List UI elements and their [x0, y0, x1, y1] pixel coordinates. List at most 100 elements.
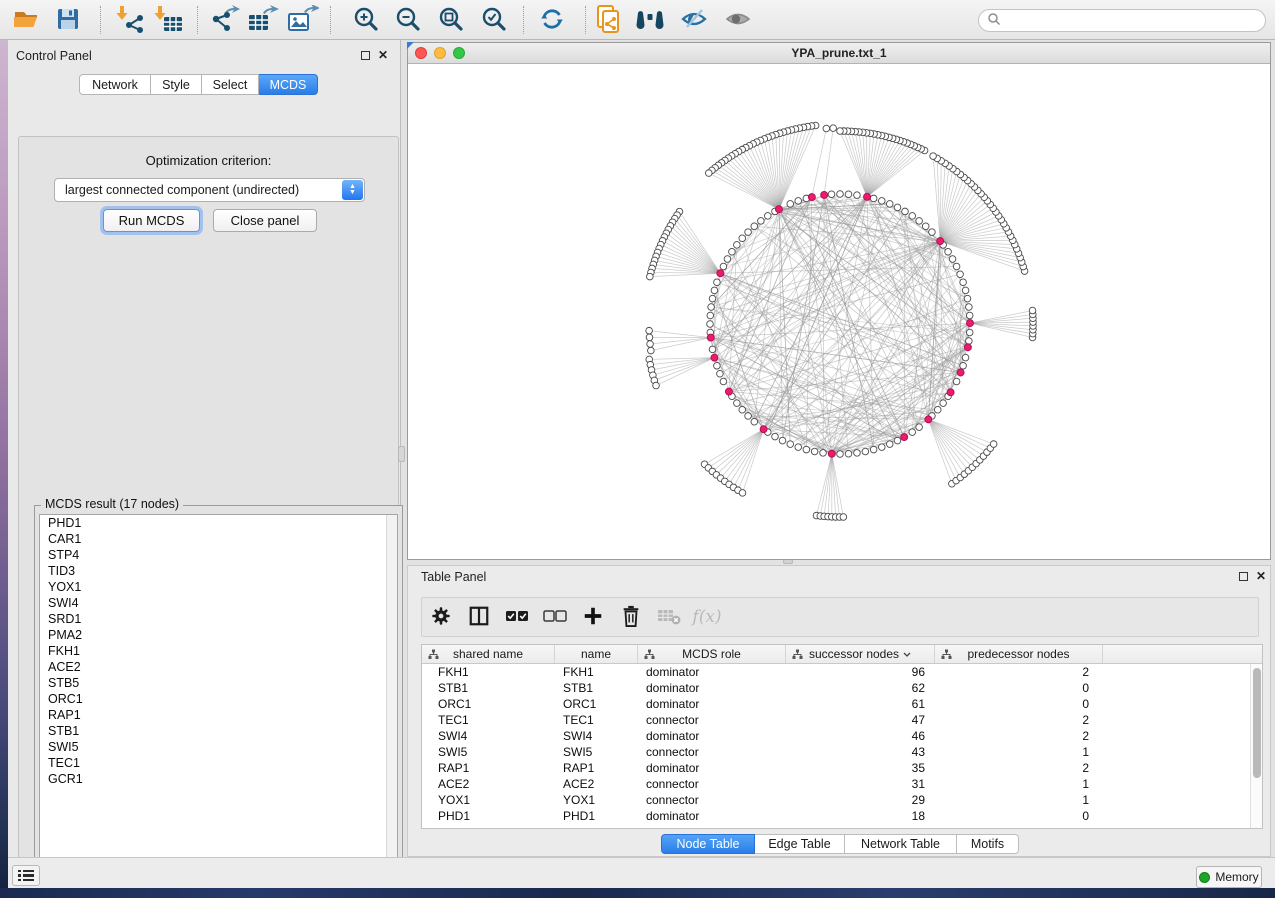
network-node[interactable] [840, 514, 847, 521]
mcds-node[interactable] [925, 416, 932, 423]
network-node[interactable] [929, 229, 936, 236]
add-column-button[interactable] [574, 605, 612, 630]
network-node[interactable] [934, 406, 941, 413]
network-node[interactable] [966, 338, 973, 345]
network-node[interactable] [878, 444, 885, 451]
mcds-node[interactable] [725, 388, 732, 395]
network-node[interactable] [886, 201, 893, 208]
list-item[interactable]: STB1 [40, 723, 397, 739]
mcds-node[interactable] [947, 389, 954, 396]
network-node[interactable] [845, 450, 852, 457]
network-node[interactable] [909, 213, 916, 220]
task-history-button[interactable] [12, 865, 40, 886]
network-node[interactable] [902, 208, 909, 215]
network-node[interactable] [990, 441, 997, 448]
network-node[interactable] [837, 191, 844, 198]
network-node[interactable] [714, 279, 721, 286]
close-panel-button[interactable]: Close panel [213, 209, 317, 232]
mcds-node[interactable] [808, 194, 815, 201]
network-node[interactable] [745, 413, 752, 420]
network-node[interactable] [820, 450, 827, 457]
network-node[interactable] [962, 287, 969, 294]
network-node[interactable] [940, 400, 947, 407]
export-network-button[interactable] [208, 3, 242, 37]
network-from-selection-button[interactable] [591, 3, 625, 37]
network-node[interactable] [894, 204, 901, 211]
tab-style[interactable]: Style [151, 74, 202, 95]
table-row[interactable]: FKH1FKH1dominator962 [422, 664, 1262, 680]
tab-mcds[interactable]: MCDS [259, 74, 318, 95]
network-node[interactable] [647, 273, 654, 280]
zoom-in-button[interactable] [349, 3, 383, 37]
show-all-button[interactable] [721, 3, 755, 37]
list-item[interactable]: FKH1 [40, 643, 397, 659]
list-item[interactable]: TID3 [40, 563, 397, 579]
network-node[interactable] [751, 418, 758, 425]
mcds-node[interactable] [937, 238, 944, 245]
tab-edge-table[interactable]: Edge Table [755, 834, 845, 854]
list-item[interactable]: PHD1 [40, 515, 397, 531]
network-node[interactable] [830, 125, 837, 132]
network-node[interactable] [953, 378, 960, 385]
table-row[interactable]: ORC1ORC1dominator610 [422, 696, 1262, 712]
table-settings-button[interactable] [422, 605, 460, 630]
vertical-splitter-handle[interactable] [398, 446, 405, 462]
search-network-button[interactable] [633, 3, 667, 37]
network-node[interactable] [930, 153, 937, 160]
network-node[interactable] [916, 424, 923, 431]
export-image-button[interactable] [286, 3, 320, 37]
network-node[interactable] [870, 195, 877, 202]
network-node[interactable] [945, 248, 952, 255]
network-node[interactable] [795, 444, 802, 451]
network-node[interactable] [646, 334, 653, 341]
close-panel-icon[interactable]: ✕ [378, 50, 388, 60]
import-table-button[interactable] [152, 3, 186, 37]
table-scrollbar[interactable] [1250, 664, 1262, 828]
network-node[interactable] [957, 271, 964, 278]
float-table-panel-icon[interactable] [1239, 572, 1248, 581]
zoom-out-button[interactable] [391, 3, 425, 37]
mcds-node[interactable] [964, 344, 971, 351]
network-node[interactable] [707, 312, 714, 319]
column-header-mcds-role[interactable]: MCDS role [638, 645, 786, 663]
network-node[interactable] [894, 437, 901, 444]
import-network-button[interactable] [114, 3, 148, 37]
mcds-node[interactable] [717, 270, 724, 277]
optimization-criterion-dropdown[interactable]: largest connected component (undirected)… [54, 178, 365, 202]
network-node[interactable] [845, 191, 852, 198]
network-node[interactable] [886, 441, 893, 448]
mcds-node[interactable] [966, 320, 973, 327]
network-node[interactable] [787, 441, 794, 448]
mcds-node[interactable] [821, 191, 828, 198]
export-table-button[interactable] [246, 3, 280, 37]
list-item[interactable]: YOX1 [40, 579, 397, 595]
list-item[interactable]: STP4 [40, 547, 397, 563]
mcds-node[interactable] [864, 193, 871, 200]
network-frame-titlebar[interactable]: YPA_prune.txt_1 [408, 43, 1270, 64]
close-table-panel-icon[interactable]: ✕ [1256, 571, 1266, 581]
network-node[interactable] [734, 400, 741, 407]
float-panel-icon[interactable] [361, 51, 370, 60]
tab-select[interactable]: Select [202, 74, 259, 95]
network-node[interactable] [739, 406, 746, 413]
network-node[interactable] [711, 287, 718, 294]
network-node[interactable] [724, 256, 731, 263]
network-node[interactable] [720, 263, 727, 270]
network-node[interactable] [779, 437, 786, 444]
column-header-successor-nodes[interactable]: successor nodes [786, 645, 935, 663]
table-scrollbar-thumb[interactable] [1253, 668, 1261, 778]
network-node[interactable] [870, 446, 877, 453]
network-node[interactable] [962, 354, 969, 361]
network-node[interactable] [966, 312, 973, 319]
network-node[interactable] [966, 329, 973, 336]
column-header-shared-name[interactable]: shared name [422, 645, 555, 663]
column-header-name[interactable]: name [555, 645, 638, 663]
column-header-predecessor-nodes[interactable]: predecessor nodes [935, 645, 1103, 663]
table-row[interactable]: SWI4SWI4dominator462 [422, 728, 1262, 744]
network-node[interactable] [837, 128, 844, 135]
network-node[interactable] [648, 347, 655, 354]
table-row[interactable]: YOX1YOX1connector291 [422, 792, 1262, 808]
table-row[interactable]: PHD1PHD1dominator180 [422, 808, 1262, 824]
mcds-node[interactable] [760, 426, 767, 433]
network-node[interactable] [653, 382, 660, 389]
